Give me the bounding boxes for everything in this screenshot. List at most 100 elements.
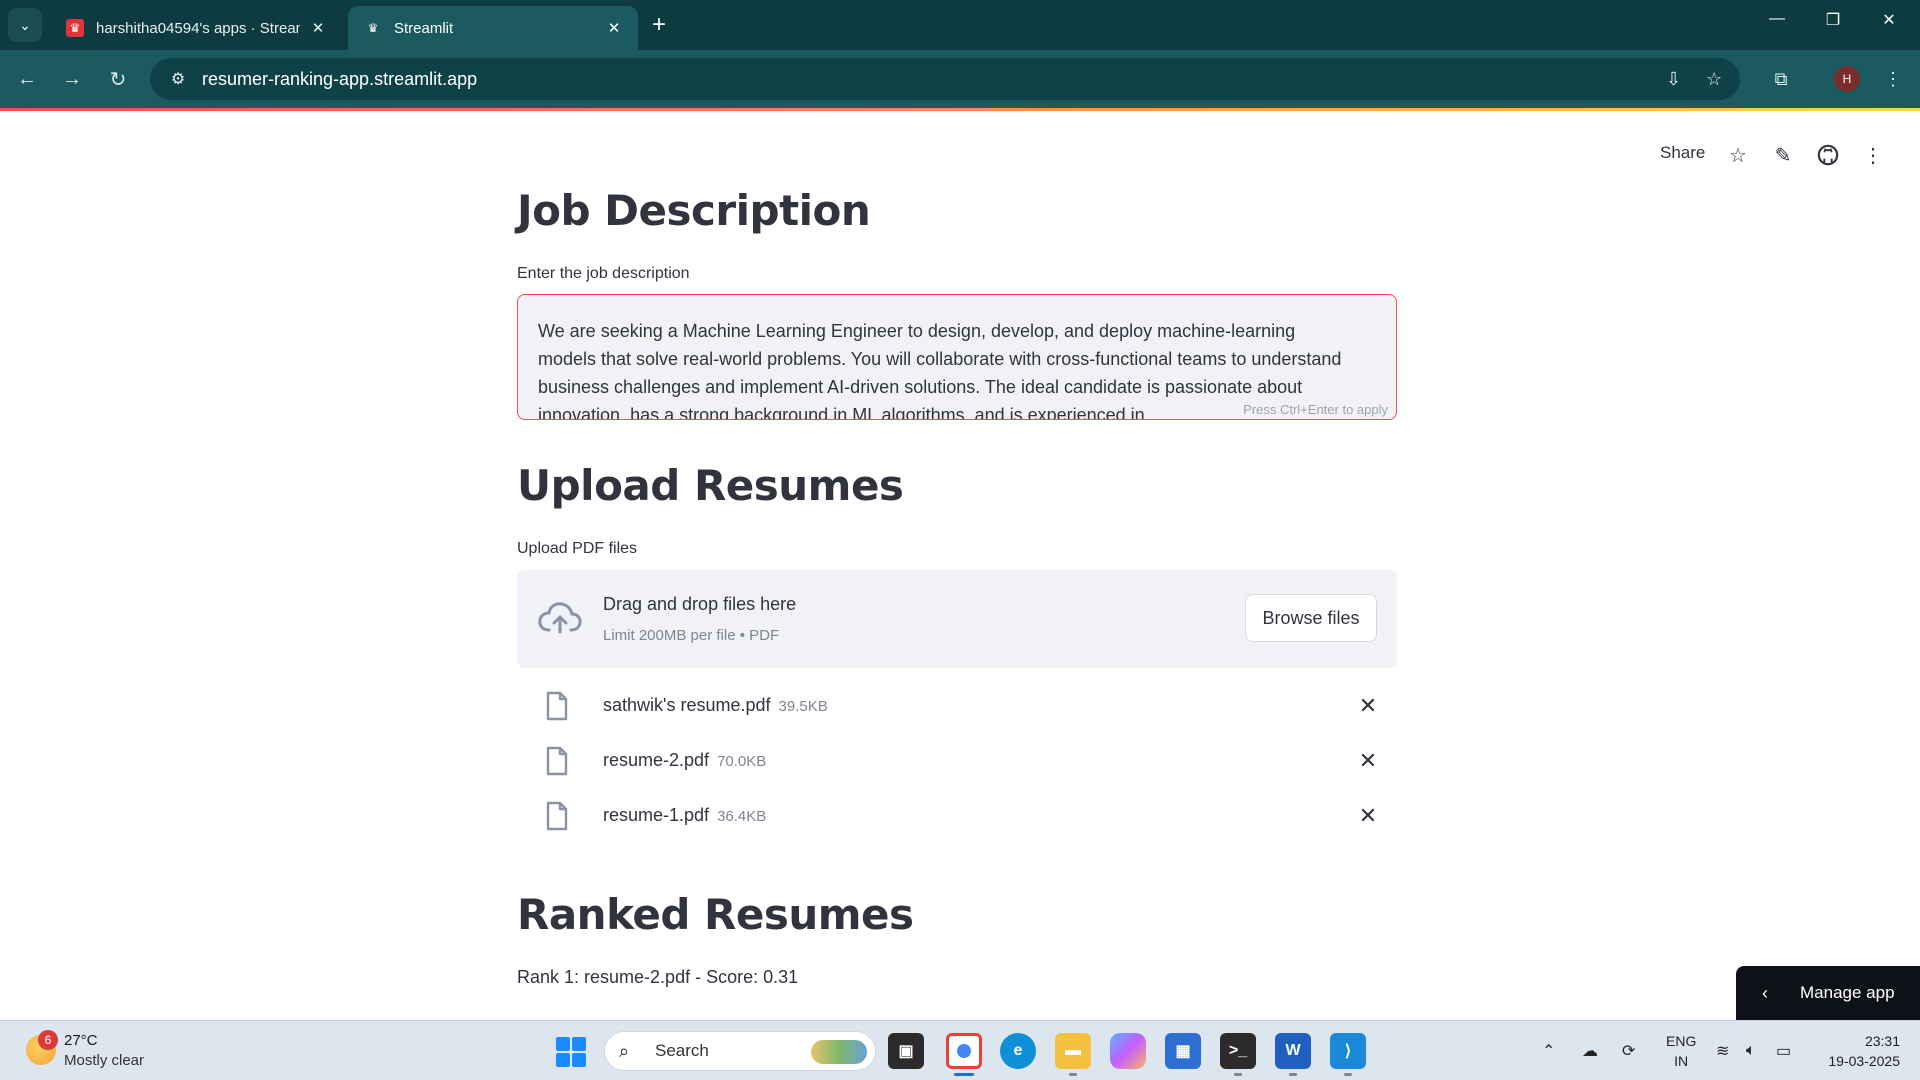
tab-streamlit-apps[interactable]: ♛ harshitha04594's apps · Streamlit ✕ [50, 6, 342, 50]
upload-resumes-heading: Upload Resumes [517, 461, 904, 510]
copilot-icon[interactable] [1110, 1033, 1146, 1069]
file-size: 39.5KB [778, 698, 828, 715]
uploaded-file-row: resume-2.pdf 70.0KB ✕ [517, 738, 1397, 784]
reload-icon[interactable]: ↻ [103, 64, 133, 94]
tab-title: Streamlit [394, 19, 454, 37]
file-name-text: sathwik's resume.pdf [603, 695, 771, 715]
weather-description[interactable]: Mostly clear [64, 1052, 144, 1069]
file-name-text: resume-1.pdf [603, 805, 710, 825]
task-view-icon[interactable]: ▣ [888, 1033, 924, 1069]
windows-start-icon[interactable] [556, 1037, 586, 1067]
language-code: ENG [1666, 1033, 1697, 1049]
search-icon: ⌕ [619, 1040, 630, 1061]
ranked-resume-item: Rank 1: resume-2.pdf - Score: 0.31 [517, 967, 799, 987]
sync-icon[interactable]: ⟳ [1622, 1021, 1635, 1080]
manage-app-button[interactable]: ‹ Manage app [1736, 966, 1920, 1020]
onedrive-icon[interactable]: ☁ [1582, 1021, 1598, 1080]
app-indicator [1069, 1073, 1077, 1076]
cloud-upload-icon [538, 602, 582, 634]
share-button[interactable]: Share [1660, 143, 1705, 163]
site-info-icon[interactable]: ⚙ [158, 69, 198, 89]
terminal-icon[interactable]: >_ [1220, 1033, 1256, 1069]
chevron-left-icon: ‹ [1762, 982, 1768, 1003]
streamlit-favicon-icon: ♛ [367, 21, 379, 35]
battery-icon[interactable]: ▭ [1776, 1021, 1791, 1080]
uploaded-file-row: sathwik's resume.pdf 39.5KB ✕ [517, 683, 1397, 729]
upload-label: Upload PDF files [517, 540, 638, 557]
extensions-icon[interactable]: ⧉ [1766, 64, 1796, 94]
clock-time: 23:31 [1864, 1033, 1900, 1049]
active-app-indicator [954, 1073, 974, 1076]
close-tab-icon[interactable]: ✕ [604, 19, 624, 37]
windows-taskbar: 6 27°C Mostly clear ⌕ Search ▣ e ▬ ▦ >_ … [0, 1020, 1920, 1080]
show-hidden-icons-icon[interactable]: ⌃ [1542, 1021, 1555, 1080]
remove-file-icon[interactable]: ✕ [1353, 801, 1383, 831]
address-bar[interactable]: ⚙ resumer-ranking-app.streamlit.app ⇩ ☆ [150, 58, 1740, 100]
weather-temperature[interactable]: 27°C [64, 1032, 98, 1049]
vscode-icon[interactable]: ⟩ [1330, 1033, 1366, 1069]
file-size: 36.4KB [717, 808, 767, 825]
file-size: 70.0KB [717, 753, 767, 770]
browser-menu-icon[interactable]: ⋮ [1878, 64, 1908, 94]
word-icon[interactable]: W [1275, 1033, 1311, 1069]
notification-badge: 6 [38, 1030, 58, 1050]
file-name: resume-1.pdf 36.4KB [603, 805, 766, 826]
tab-search-button[interactable]: ⌄ [8, 8, 42, 42]
tab-streamlit[interactable]: ♛ Streamlit ✕ [348, 6, 638, 50]
bookmark-star-icon[interactable]: ☆ [1706, 58, 1722, 100]
job-description-textarea[interactable]: We are seeking a Machine Learning Engine… [517, 294, 1397, 420]
browser-toolbar: ← → ↻ ⚙ resumer-ranking-app.streamlit.ap… [0, 50, 1920, 108]
file-icon [546, 746, 568, 776]
close-tab-icon[interactable]: ✕ [308, 19, 328, 37]
forward-icon[interactable]: → [57, 64, 87, 94]
microsoft-store-icon[interactable]: ▦ [1165, 1033, 1201, 1069]
file-dropzone[interactable]: Drag and drop files here Limit 200MB per… [517, 570, 1397, 668]
apply-hint: Press Ctrl+Enter to apply [1243, 402, 1388, 417]
remove-file-icon[interactable]: ✕ [1353, 746, 1383, 776]
main-menu-icon[interactable]: ⋮ [1858, 140, 1888, 170]
streamlit-favicon-icon: ♛ [66, 19, 84, 37]
search-highlight-image [811, 1040, 867, 1064]
taskbar-search[interactable]: ⌕ Search [604, 1031, 876, 1071]
manage-app-label: Manage app [1800, 983, 1895, 1002]
wifi-icon[interactable]: ≋ [1716, 1021, 1729, 1080]
clock-date: 19-03-2025 [1828, 1053, 1900, 1069]
file-explorer-icon[interactable]: ▬ [1055, 1033, 1091, 1069]
star-icon[interactable]: ☆ [1723, 140, 1753, 170]
edge-icon[interactable]: e [1000, 1033, 1036, 1069]
system-clock[interactable]: 23:31 19-03-2025 [1816, 1031, 1900, 1071]
job-description-value[interactable]: We are seeking a Machine Learning Engine… [538, 317, 1358, 419]
restore-icon[interactable]: ❐ [1810, 10, 1856, 30]
language-indicator[interactable]: ENG IN [1666, 1031, 1696, 1071]
file-icon [546, 691, 568, 721]
region-code: IN [1674, 1053, 1689, 1069]
dropzone-instructions: Drag and drop files here [603, 594, 797, 614]
file-name: resume-2.pdf 70.0KB [603, 750, 766, 771]
browser-tab-bar: ⌄ ♛ harshitha04594's apps · Streamlit ✕ … [0, 0, 1920, 50]
chevron-down-icon: ⌄ [19, 16, 31, 33]
app-indicator [1234, 1073, 1242, 1076]
edit-pencil-icon[interactable]: ✎ [1768, 140, 1798, 170]
job-description-heading: Job Description [517, 186, 871, 235]
tab-title: harshitha04594's apps · Streamlit [96, 19, 300, 37]
profile-avatar[interactable]: H [1834, 66, 1860, 92]
file-icon [546, 801, 568, 831]
chrome-icon[interactable] [946, 1033, 982, 1069]
back-icon[interactable]: ← [12, 64, 42, 94]
volume-icon[interactable]: 🔈︎ [1746, 1021, 1756, 1080]
github-icon[interactable] [1813, 140, 1843, 170]
close-window-icon[interactable]: ✕ [1866, 10, 1912, 30]
job-description-label: Enter the job description [517, 265, 690, 282]
file-name: sathwik's resume.pdf 39.5KB [603, 695, 828, 716]
install-app-icon[interactable]: ⇩ [1666, 58, 1681, 100]
search-label: Search [655, 1041, 709, 1060]
streamlit-top-decoration [0, 108, 1920, 111]
file-name-text: resume-2.pdf [603, 750, 710, 770]
ranked-resumes-heading: Ranked Resumes [517, 890, 914, 939]
url-text: resumer-ranking-app.streamlit.app [202, 68, 478, 89]
new-tab-button[interactable]: + [652, 12, 666, 38]
minimize-icon[interactable]: — [1754, 10, 1800, 28]
remove-file-icon[interactable]: ✕ [1353, 691, 1383, 721]
dropzone-limit: Limit 200MB per file • PDF [603, 627, 780, 644]
browse-files-button[interactable]: Browse files [1245, 594, 1377, 642]
